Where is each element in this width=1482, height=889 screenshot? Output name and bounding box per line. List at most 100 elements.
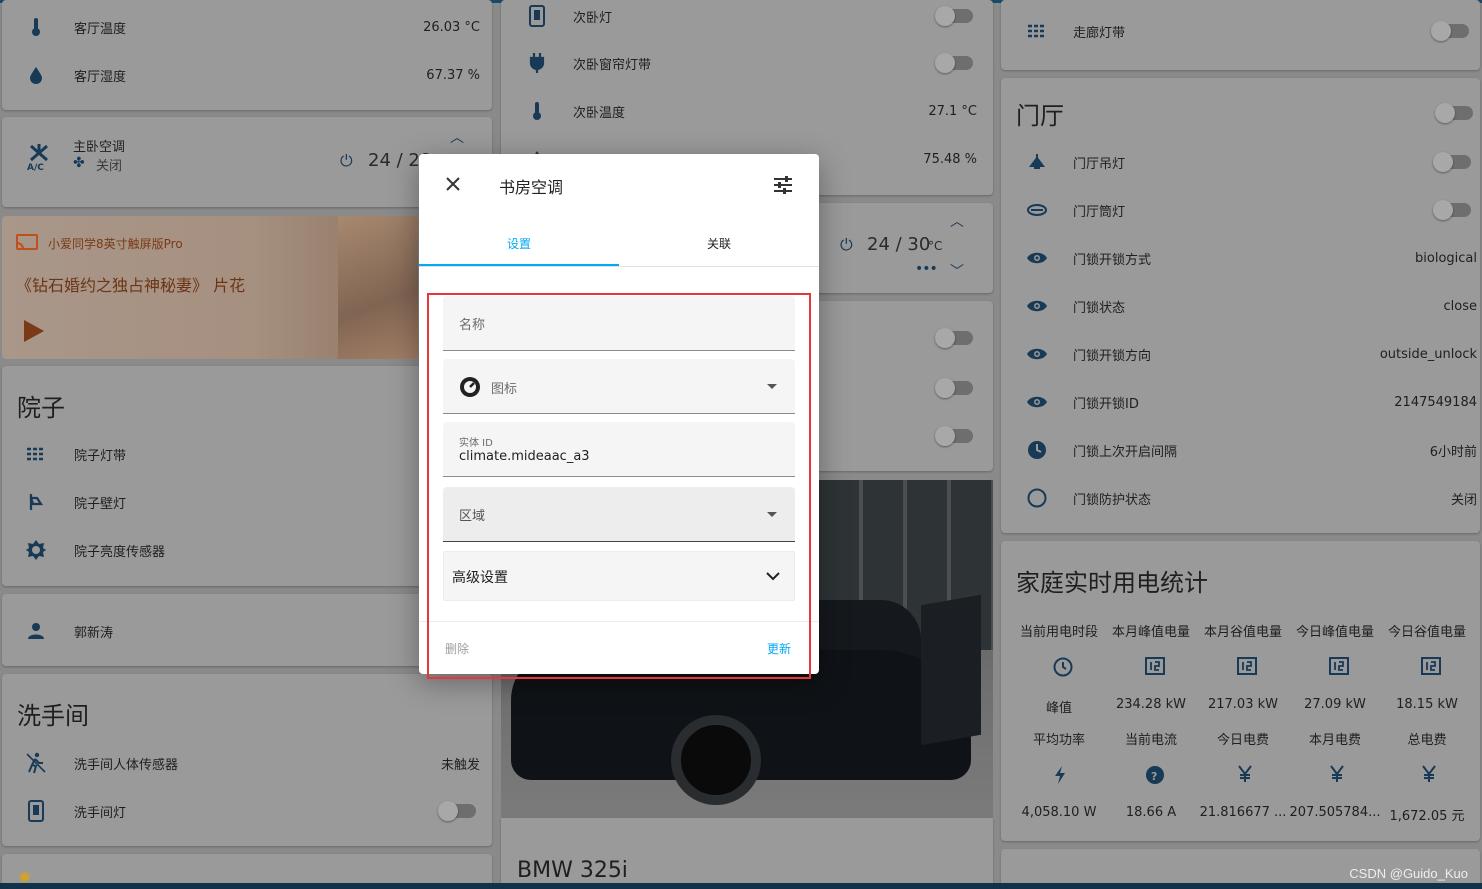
svg-text:A/C: A/C — [27, 163, 44, 171]
energy-stat-value[interactable]: 207.505784... — [1289, 805, 1381, 820]
dropdown-arrow-icon — [767, 384, 777, 389]
entity-label: 洗手间灯 — [74, 805, 127, 821]
energy-stat-value[interactable]: 217.03 kW — [1197, 697, 1289, 712]
clock-icon — [1025, 438, 1049, 462]
toggle-switch[interactable] — [1431, 21, 1469, 41]
field-label: 实体 ID — [459, 438, 493, 449]
entity-row[interactable]: 院子壁灯 — [24, 487, 480, 517]
media-player-card: 小爱同学8英寸触屏版Pro 《钻石婚约之独占神秘妻》 片花 — [2, 216, 418, 359]
ac-target-temp: 24 / 30 — [867, 234, 931, 255]
chevron-down-icon — [766, 569, 780, 585]
hallway-card: 走廊灯带 — [1001, 0, 1480, 70]
energy-stat-value[interactable]: 18.15 kW — [1381, 697, 1473, 712]
tab-related[interactable]: 关联 — [619, 220, 819, 266]
chevron-up-icon[interactable]: ︿ — [950, 211, 964, 231]
energy-stat-label: 本月谷值电量 — [1203, 625, 1282, 640]
entity-row[interactable]: 洗手间灯 — [24, 796, 480, 826]
entity-label: 门锁上次开启间隔 — [1073, 444, 1178, 460]
tune-icon[interactable] — [773, 176, 793, 198]
energy-stat-label: 今日峰值电量 — [1295, 625, 1374, 640]
entity-row[interactable]: 走廊灯带 — [1025, 16, 1473, 46]
more-icon[interactable]: ••• — [915, 261, 938, 277]
entity-row[interactable]: 门厅吊灯 — [1025, 147, 1477, 177]
energy-stat-label: 本月峰值电量 — [1111, 625, 1190, 640]
advanced-settings-expander[interactable]: 高级设置 — [443, 551, 795, 601]
chevron-up-icon[interactable]: ︿ — [450, 127, 464, 147]
dialog-title: 书房空调 — [499, 178, 564, 197]
chevron-down-icon[interactable]: ﹀ — [950, 261, 964, 281]
entity-label: 洗手间人体传感器 — [74, 757, 179, 773]
thermometer-icon — [24, 15, 48, 39]
gauge-icon — [459, 376, 481, 402]
entity-row[interactable]: 洗手间人体传感器 未触发 — [24, 748, 480, 778]
entity-row[interactable]: 客厅温度 26.03 °C — [24, 12, 480, 42]
name-field[interactable]: 名称 — [443, 296, 795, 351]
eye-icon — [1025, 246, 1049, 270]
power-icon[interactable]: ⏻ — [840, 235, 853, 255]
flash-icon — [1053, 765, 1067, 789]
entity-row[interactable]: 客厅湿度 67.37 % — [24, 60, 480, 90]
entity-row[interactable]: 郭新涛 — [24, 616, 480, 646]
entity-label: 院子亮度传感器 — [74, 544, 166, 560]
washroom-card: 洗手间 洗手间人体传感器 未触发 洗手间灯 — [2, 674, 492, 846]
energy-stat-value[interactable]: 21.816677 ... — [1197, 805, 1289, 820]
entity-label: 次卧温度 — [573, 105, 626, 121]
entity-row[interactable]: 门锁开锁方向 outside_unlock — [1025, 339, 1477, 369]
tab-settings[interactable]: 设置 — [419, 220, 619, 266]
toggle-switch[interactable] — [935, 378, 973, 398]
energy-stat-label: 总电费 — [1407, 733, 1447, 748]
toggle-switch-all[interactable] — [1435, 103, 1473, 123]
fan-icon: ✤ — [73, 155, 85, 171]
entity-row[interactable]: 门锁防护状态 关闭 — [1025, 483, 1477, 513]
entity-row[interactable]: 门锁上次开启间隔 6小时前 — [1025, 435, 1477, 465]
energy-stat-value[interactable]: 18.66 A — [1105, 805, 1197, 820]
toggle-switch[interactable] — [935, 328, 973, 348]
entity-value: outside_unlock — [1379, 346, 1477, 362]
play-icon[interactable] — [24, 320, 44, 342]
field-label: 名称 — [459, 318, 486, 333]
entity-row[interactable]: 次卧灯 — [525, 1, 977, 31]
icon-field[interactable]: 图标 — [443, 359, 795, 414]
entity-label: 院子灯带 — [74, 448, 127, 464]
entity-value: 6小时前 — [1429, 444, 1477, 460]
energy-stat-value[interactable]: 1,672.05 元 — [1381, 805, 1473, 824]
dialog-footer: 删除 更新 — [419, 621, 819, 674]
counter-icon — [1421, 657, 1441, 679]
entity-row[interactable]: 次卧窗帘灯带 — [525, 48, 977, 78]
energy-stat-value[interactable]: 峰值 — [1013, 697, 1105, 716]
close-icon[interactable] — [445, 176, 461, 196]
wall-lamp-icon — [24, 490, 48, 514]
toggle-switch[interactable] — [935, 426, 973, 446]
entity-value: 75.48 % — [923, 151, 977, 167]
entity-row[interactable]: 门锁开锁方式 biological — [1025, 243, 1477, 273]
entity-row[interactable]: 院子亮度传感器 — [24, 535, 480, 565]
cast-icon — [16, 234, 38, 254]
toggle-switch[interactable] — [438, 801, 476, 821]
toggle-switch[interactable] — [935, 6, 973, 26]
energy-stat-value[interactable]: 4,058.10 W — [1013, 805, 1105, 820]
person-name: 郭新涛 — [74, 625, 114, 641]
entity-value: close — [1443, 298, 1477, 314]
toggle-switch[interactable] — [935, 53, 973, 73]
entity-row[interactable]: 门锁开锁ID 2147549184 — [1025, 387, 1477, 417]
ac-icon: A/C — [26, 141, 52, 173]
toggle-switch[interactable] — [1433, 200, 1471, 220]
update-button[interactable]: 更新 — [767, 640, 791, 657]
bottom-bar — [0, 883, 1482, 889]
toggle-switch[interactable] — [1433, 152, 1471, 172]
entity-id-field[interactable]: 实体 ID climate.mideaac_a3 — [443, 422, 795, 477]
car-wheel — [671, 715, 761, 805]
power-icon[interactable]: ⏻ — [340, 151, 353, 171]
area-field[interactable]: 区域 — [443, 487, 795, 542]
media-title: 《钻石婚约之独占神秘妻》 片花 — [16, 276, 246, 295]
energy-stat-value[interactable]: 27.09 kW — [1289, 697, 1381, 712]
entity-row[interactable]: 院子灯带 — [24, 439, 480, 469]
dialog-tabs: 设置 关联 — [419, 220, 819, 267]
delete-button[interactable]: 删除 — [445, 640, 469, 657]
entity-row[interactable]: 门厅筒灯 — [1025, 195, 1477, 225]
car-card: BMW 325i — [501, 818, 993, 889]
entity-row[interactable]: 次卧温度 27.1 °C — [525, 96, 977, 126]
entity-label: 门锁状态 — [1073, 300, 1126, 316]
entity-row[interactable]: 门锁状态 close — [1025, 291, 1477, 321]
energy-stat-value[interactable]: 234.28 kW — [1105, 697, 1197, 712]
